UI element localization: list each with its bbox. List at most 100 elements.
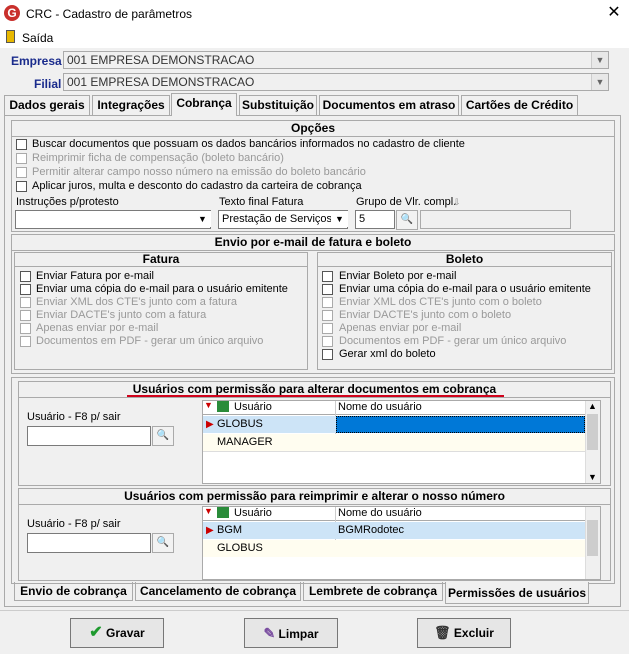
- texto-final-select[interactable]: Prestação de Serviços: [218, 210, 348, 229]
- fatura-option-label: Enviar uma cópia do e-mail para o usuári…: [36, 283, 288, 295]
- checkbox-boleto-apenas-email[interactable]: [322, 323, 333, 334]
- window-title: CRC - Cadastro de parâmetros: [26, 7, 193, 21]
- user-group-icon: [217, 401, 229, 412]
- excluir-button[interactable]: 🗑 Excluir: [417, 618, 511, 648]
- tab-documentos-atraso[interactable]: Documentos em atraso: [319, 95, 459, 115]
- tab-integracoes[interactable]: Integrações: [92, 95, 170, 115]
- search-binoculars-icon[interactable]: 🔍: [396, 210, 418, 230]
- menu-saida[interactable]: Saída: [22, 31, 53, 45]
- limpar-button[interactable]: ✎ Limpar: [244, 618, 338, 648]
- perm-reimprimir-title: Usuários com permissão para reimprimir e…: [18, 488, 611, 505]
- fatura-title: Fatura: [14, 252, 308, 267]
- red-underline: [127, 395, 504, 397]
- checkbox-boleto-xml[interactable]: [322, 297, 333, 308]
- tab-cancelamento-cobranca[interactable]: Cancelamento de cobrança: [135, 582, 301, 601]
- col-nome-usuario[interactable]: Nome do usuário: [338, 401, 422, 413]
- filial-label: Filial: [34, 77, 62, 91]
- filial-select[interactable]: 001 EMPRESA DEMONSTRACAO: [63, 73, 609, 91]
- pin-icon: ⇩: [453, 197, 461, 207]
- grupo-label: Grupo de Vlr. compl.: [356, 196, 457, 208]
- footer-divider: [0, 610, 629, 611]
- col-usuario[interactable]: Usuário: [234, 401, 272, 413]
- checkbox-boleto-pdf[interactable]: [322, 336, 333, 347]
- checkbox-fatura-apenas-email[interactable]: [20, 323, 31, 334]
- opcao-label: Aplicar juros, multa e desconto do cadas…: [32, 180, 362, 192]
- tab-lembrete-cobranca[interactable]: Lembrete de cobrança: [303, 582, 443, 601]
- chevron-down-icon[interactable]: ▼: [591, 74, 608, 90]
- opcoes-title: Opções: [11, 120, 615, 137]
- close-icon[interactable]: ✕: [603, 2, 625, 24]
- texto-final-label: Texto final Fatura: [219, 196, 304, 208]
- chevron-down-icon[interactable]: ▼: [591, 52, 608, 68]
- excluir-label: Excluir: [453, 626, 494, 640]
- chevron-down-icon[interactable]: ▼: [194, 211, 211, 227]
- usuario-input[interactable]: [27, 426, 151, 446]
- trash-icon: 🗑: [434, 625, 451, 640]
- cell-nome-selected[interactable]: [336, 416, 585, 433]
- search-binoculars-icon[interactable]: 🔍: [152, 426, 174, 446]
- checkbox-boleto-copia[interactable]: [322, 284, 333, 295]
- grupo-description-field: [420, 210, 571, 229]
- scroll-thumb[interactable]: [587, 414, 598, 450]
- empresa-value: 001 EMPRESA DEMONSTRACAO: [67, 53, 255, 67]
- row-separator: [203, 451, 585, 452]
- fatura-option-label: Enviar XML dos CTE's junto com a fatura: [36, 296, 237, 308]
- tab-dados-gerais[interactable]: Dados gerais: [4, 95, 90, 115]
- checkbox-reimprimir-ficha[interactable]: [16, 153, 27, 164]
- boleto-title: Boleto: [317, 252, 612, 267]
- tab-envio-cobranca[interactable]: Envio de cobrança: [14, 582, 133, 601]
- envio-title: Envio por e-mail de fatura e boleto: [11, 234, 615, 251]
- boleto-option-label: Enviar XML dos CTE's junto com o boleto: [339, 296, 542, 308]
- opcao-label: Permitir alterar campo nosso número na e…: [32, 166, 366, 178]
- checkbox-fatura-copia[interactable]: [20, 284, 31, 295]
- empresa-label: Empresa: [11, 54, 62, 68]
- checkbox-permitir-nosso-numero[interactable]: [16, 167, 27, 178]
- fatura-option-label: Enviar DACTE's junto com a fatura: [36, 309, 207, 321]
- user-group-icon: [217, 507, 229, 518]
- tab-cartoes-credito[interactable]: Cartões de Crédito: [461, 95, 578, 115]
- cell-usuario: GLOBUS: [217, 418, 263, 430]
- sort-down-icon: ▼: [204, 400, 213, 410]
- grupo-value: 5: [359, 213, 366, 225]
- checkbox-enviar-boleto[interactable]: [322, 271, 333, 282]
- tab-substituicao[interactable]: Substituição: [239, 95, 317, 115]
- instrucoes-select[interactable]: [15, 210, 211, 229]
- broom-icon: ✎: [263, 625, 276, 641]
- cell-usuario: MANAGER: [217, 436, 273, 448]
- tab-permissoes-usuarios[interactable]: Permissões de usuários: [445, 582, 589, 604]
- cell-nome: BGMRodotec: [338, 524, 405, 536]
- empresa-select[interactable]: 001 EMPRESA DEMONSTRACAO: [63, 51, 609, 69]
- chevron-down-icon[interactable]: ▼: [331, 211, 348, 227]
- fatura-option-label: Apenas enviar por e-mail: [36, 322, 159, 334]
- gravar-button[interactable]: ✔ Gravar: [70, 618, 164, 648]
- opcao-label: Buscar documentos que possuam os dados b…: [32, 138, 465, 150]
- boleto-option-label: Enviar uma cópia do e-mail para o usuári…: [339, 283, 591, 295]
- checkbox-boleto-dacte[interactable]: [322, 310, 333, 321]
- checkbox-buscar-dados-bancarios[interactable]: [16, 139, 27, 150]
- gravar-label: Gravar: [106, 626, 145, 640]
- cell-usuario: GLOBUS: [217, 542, 263, 554]
- boleto-option-label: Documentos em PDF - gerar um único arqui…: [339, 335, 567, 347]
- cell-usuario: BGM: [217, 524, 243, 536]
- app-logo-icon: G: [4, 5, 20, 21]
- row-pointer-icon: ▶: [206, 525, 214, 536]
- usuario-input[interactable]: [27, 533, 151, 553]
- checkbox-fatura-pdf[interactable]: [20, 336, 31, 347]
- scroll-down-icon[interactable]: ▼: [588, 472, 597, 482]
- tab-cobranca[interactable]: Cobrança: [171, 93, 237, 116]
- search-binoculars-icon[interactable]: 🔍: [152, 533, 174, 553]
- checkbox-aplicar-juros[interactable]: [16, 181, 27, 192]
- grupo-input[interactable]: 5: [355, 210, 395, 229]
- boleto-option-label: Enviar DACTE's junto com o boleto: [339, 309, 512, 321]
- menu-bar: [0, 28, 629, 48]
- checkbox-fatura-xml[interactable]: [20, 297, 31, 308]
- exit-door-icon: [6, 30, 15, 43]
- checkbox-gerar-xml-boleto[interactable]: [322, 349, 333, 360]
- scroll-up-icon[interactable]: ▲: [588, 401, 597, 411]
- usuario-label: Usuário - F8 p/ sair: [27, 411, 121, 423]
- checkbox-fatura-dacte[interactable]: [20, 310, 31, 321]
- col-nome-usuario[interactable]: Nome do usuário: [338, 507, 422, 519]
- col-usuario[interactable]: Usuário: [234, 507, 272, 519]
- scroll-thumb[interactable]: [587, 520, 598, 556]
- checkbox-enviar-fatura[interactable]: [20, 271, 31, 282]
